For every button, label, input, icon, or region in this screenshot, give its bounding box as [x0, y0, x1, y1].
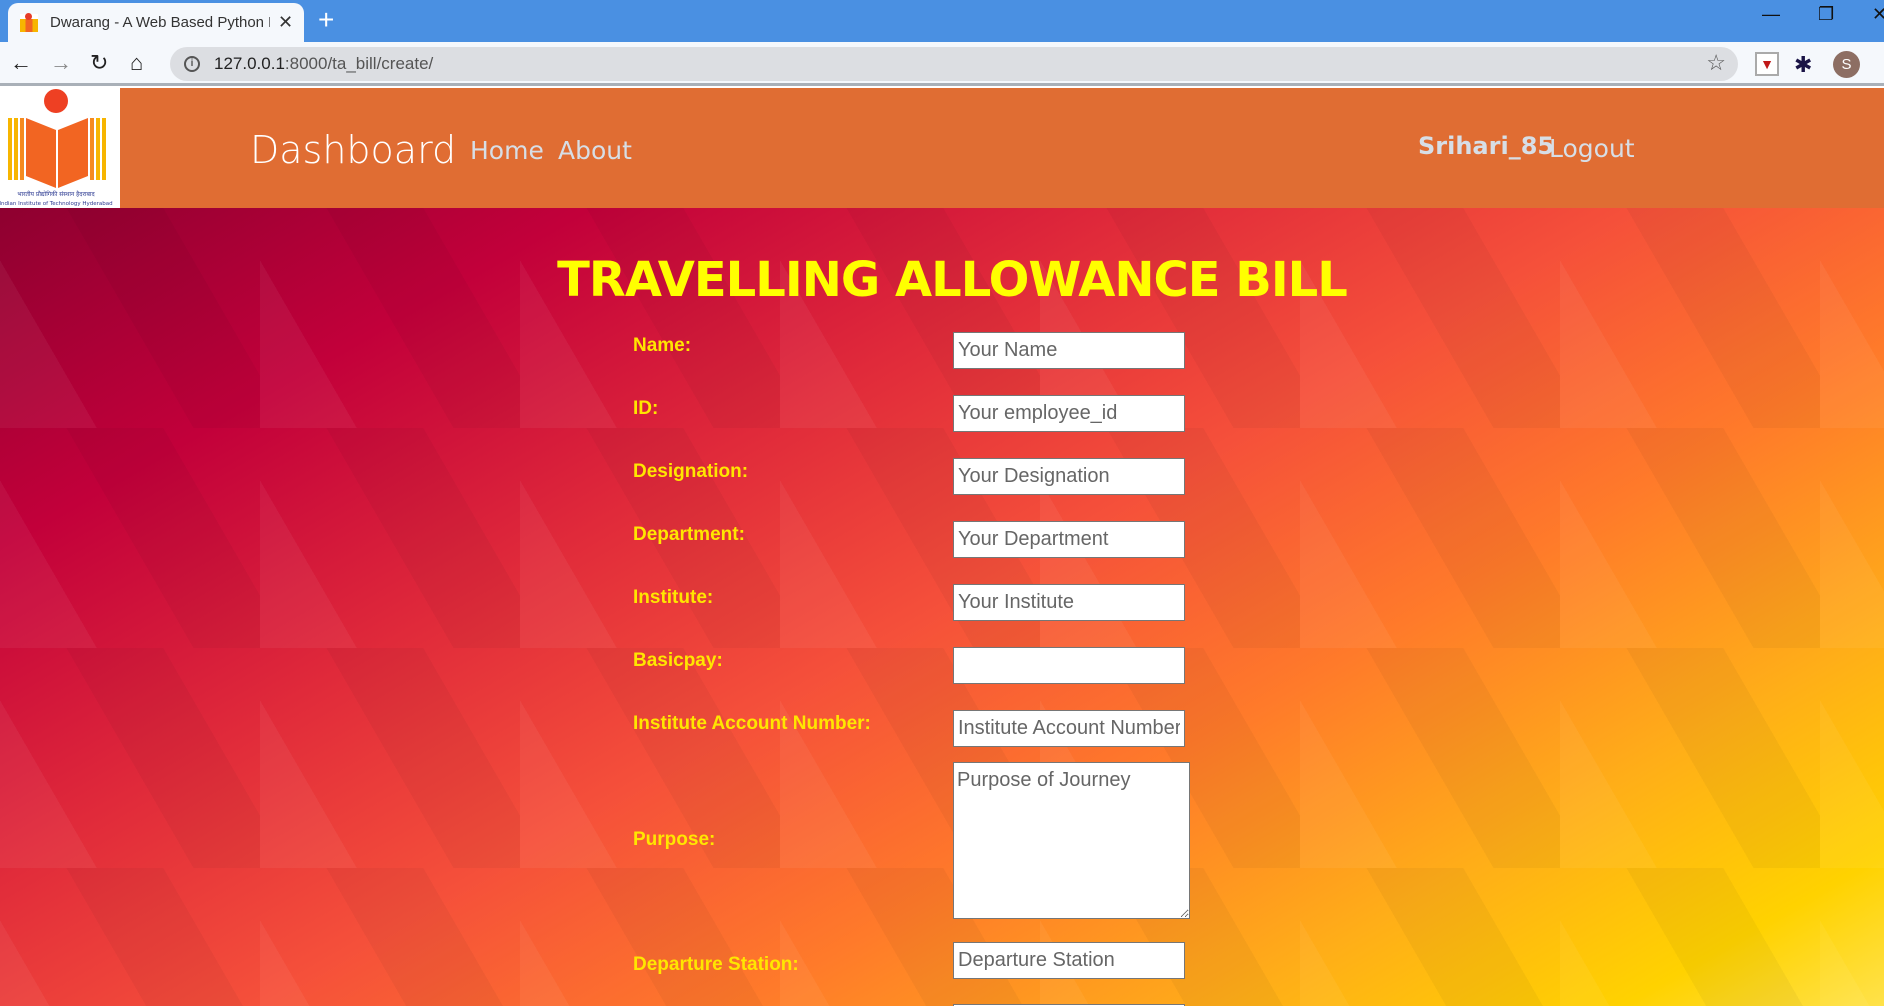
address-bar[interactable]: i 127.0.0.1:8000/ta_bill/create/ ☆ [170, 47, 1738, 81]
id-label: ID: [633, 398, 659, 419]
bookmark-star-icon[interactable]: ☆ [1706, 50, 1726, 76]
browser-toolbar: ← → ↻ ⌂ i 127.0.0.1:8000/ta_bill/create/… [0, 42, 1884, 86]
navbar: भारतीय प्रौद्योगिकी संस्थान हैदराबाद Ind… [0, 88, 1884, 208]
page-title: TRAVELLING ALLOWANCE BILL [557, 252, 1348, 308]
tab-title: Dwarang - A Web Based Python Dashboard [50, 14, 270, 31]
department-label: Department: [633, 524, 745, 545]
account-number-input[interactable] [953, 710, 1185, 747]
designation-label: Designation: [633, 461, 749, 482]
url-path: :8000/ta_bill/create/ [284, 54, 434, 73]
name-label: Name: [633, 335, 692, 356]
svg-text:भारतीय प्रौद्योगिकी संस्थान है: भारतीय प्रौद्योगिकी संस्थान हैदराबाद [17, 190, 95, 198]
close-tab-icon[interactable]: ✕ [278, 12, 293, 33]
extensions-puzzle-icon[interactable]: ✱ [1794, 52, 1818, 77]
departure-station-input[interactable] [953, 942, 1185, 979]
dashboard-brand-link[interactable]: Dashboard [250, 128, 456, 172]
restore-icon[interactable]: ❐ [1818, 4, 1834, 25]
home-icon[interactable]: ⌂ [130, 50, 143, 76]
institute-label: Institute: [633, 587, 714, 608]
browser-tab[interactable]: Dwarang - A Web Based Python Dashboard ✕ [8, 3, 304, 42]
departure-station-label: Departure Station: [633, 954, 799, 975]
forward-icon[interactable]: → [50, 50, 72, 76]
profile-avatar[interactable]: S [1833, 51, 1860, 78]
svg-text:Indian Institute of Technology: Indian Institute of Technology Hyderabad [0, 201, 113, 207]
form-area: TRAVELLING ALLOWANCE BILL Name: ID: Desi… [0, 208, 1884, 1006]
name-input[interactable] [953, 332, 1185, 369]
nav-home-link[interactable]: Home [470, 136, 544, 165]
new-tab-icon[interactable]: + [318, 4, 334, 36]
reload-icon[interactable]: ↻ [90, 50, 108, 76]
favicon-icon [20, 12, 38, 32]
minimize-icon[interactable]: — [1762, 4, 1780, 25]
department-input[interactable] [953, 521, 1185, 558]
mcafee-extension-icon[interactable]: ▼ [1755, 52, 1779, 76]
close-window-icon[interactable]: ✕ [1872, 4, 1884, 25]
designation-input[interactable] [953, 458, 1185, 495]
username: Srihari_85 [1418, 132, 1555, 160]
iith-logo[interactable]: भारतीय प्रौद्योगिकी संस्थान हैदराबाद Ind… [0, 88, 120, 208]
basicpay-label: Basicpay: [633, 650, 723, 671]
info-icon[interactable]: i [184, 56, 200, 72]
browser-tab-bar: Dwarang - A Web Based Python Dashboard ✕… [0, 0, 1884, 42]
purpose-label: Purpose: [633, 829, 716, 850]
purpose-textarea[interactable] [953, 762, 1190, 919]
employee-id-input[interactable] [953, 395, 1185, 432]
back-icon[interactable]: ← [10, 50, 32, 76]
institute-input[interactable] [953, 584, 1185, 621]
nav-about-link[interactable]: About [558, 136, 632, 165]
logout-link[interactable]: Logout [1549, 134, 1635, 163]
basicpay-input[interactable] [953, 647, 1185, 684]
url-host: 127.0.0.1 [214, 54, 285, 73]
account-number-label: Institute Account Number: [633, 713, 871, 734]
